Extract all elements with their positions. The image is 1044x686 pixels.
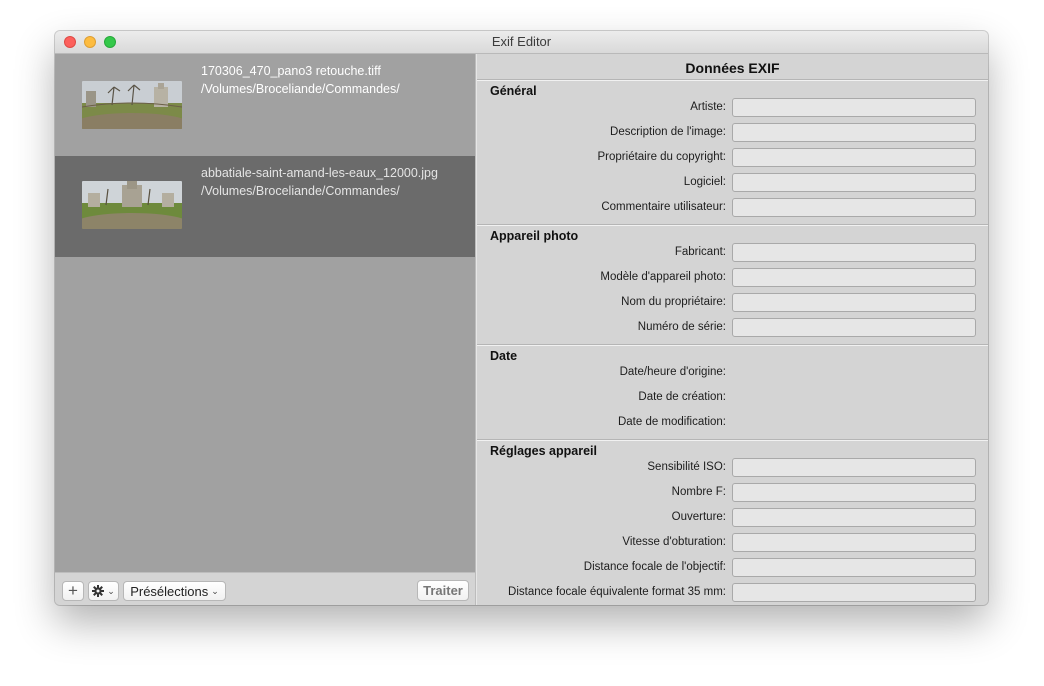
date-created-label: Date de création: bbox=[638, 391, 726, 403]
f-number-field[interactable] bbox=[732, 483, 976, 502]
serial-number-field[interactable] bbox=[732, 318, 976, 337]
field-label: Nombre F: bbox=[671, 486, 726, 498]
exif-panel: Données EXIF Général Artiste: Descriptio… bbox=[477, 54, 988, 605]
owner-name-field[interactable] bbox=[732, 293, 976, 312]
exif-panel-title: Données EXIF bbox=[685, 60, 780, 76]
field-label: Vitesse d'obturation: bbox=[622, 536, 726, 548]
field-label: Commentaire utilisateur: bbox=[601, 201, 726, 213]
iso-field[interactable] bbox=[732, 458, 976, 477]
field-label: Nom du propriétaire: bbox=[621, 296, 726, 308]
file-name: 170306_470_pano3 retouche.tiff bbox=[201, 64, 381, 78]
presets-popup-button[interactable]: Présélections ⌄ bbox=[123, 581, 226, 601]
zoom-window-button[interactable] bbox=[104, 36, 116, 48]
field-label: Artiste: bbox=[690, 101, 726, 113]
action-menu-button[interactable]: ⌄ bbox=[88, 581, 119, 601]
focal-length-field[interactable] bbox=[732, 558, 976, 577]
aperture-field[interactable] bbox=[732, 508, 976, 527]
field-label: Description de l'image: bbox=[610, 126, 726, 138]
section-divider bbox=[477, 224, 988, 226]
chevron-down-icon: ⌄ bbox=[107, 585, 115, 596]
plus-icon: + bbox=[68, 581, 78, 600]
manufacturer-field[interactable] bbox=[732, 243, 976, 262]
field-label: Logiciel: bbox=[683, 176, 726, 188]
section-divider bbox=[477, 439, 988, 441]
section-divider bbox=[477, 79, 988, 81]
minimize-window-button[interactable] bbox=[84, 36, 96, 48]
shutter-speed-field[interactable] bbox=[732, 533, 976, 552]
window-title: Exif Editor bbox=[491, 34, 552, 49]
field-label: Ouverture: bbox=[671, 511, 726, 523]
file-list-item-selected[interactable]: abbatiale-saint-amand-les-eaux_12000.jpg… bbox=[55, 156, 475, 257]
file-list-item[interactable]: 170306_470_pano3 retouche.tiff /Volumes/… bbox=[55, 54, 475, 155]
presets-label: Présélections bbox=[130, 583, 209, 599]
file-path: /Volumes/Broceliande/Commandes/ bbox=[201, 82, 400, 96]
section-title-camera-settings: Réglages appareil bbox=[490, 444, 597, 458]
focal-length-35mm-field[interactable] bbox=[732, 583, 976, 602]
app-window: Exif Editor 170306_470_pano3 retouche.ti… bbox=[55, 31, 988, 605]
field-label: Propriétaire du copyright: bbox=[597, 151, 726, 163]
section-divider bbox=[477, 344, 988, 346]
copyright-owner-field[interactable] bbox=[732, 148, 976, 167]
title-bar[interactable]: Exif Editor bbox=[55, 31, 988, 54]
artist-field[interactable] bbox=[732, 98, 976, 117]
field-label: Distance focale équivalente format 35 mm… bbox=[508, 586, 726, 598]
image-thumbnail bbox=[82, 81, 182, 129]
software-field[interactable] bbox=[732, 173, 976, 192]
file-list[interactable]: 170306_470_pano3 retouche.tiff /Volumes/… bbox=[55, 54, 475, 572]
field-label: Modèle d'appareil photo: bbox=[600, 271, 726, 283]
field-label: Fabricant: bbox=[674, 246, 726, 258]
gear-icon bbox=[92, 585, 105, 597]
file-name: abbatiale-saint-amand-les-eaux_12000.jpg bbox=[201, 166, 438, 180]
user-comment-field[interactable] bbox=[732, 198, 976, 217]
section-title-camera: Appareil photo bbox=[490, 229, 579, 243]
field-label: Sensibilité ISO: bbox=[647, 461, 726, 473]
section-title-date: Date bbox=[490, 349, 518, 363]
add-file-button[interactable]: + bbox=[62, 581, 84, 601]
image-thumbnail bbox=[82, 181, 182, 229]
date-modified-label: Date de modification: bbox=[617, 416, 726, 428]
date-original-label: Date/heure d'origine: bbox=[619, 366, 726, 378]
file-path: /Volumes/Broceliande/Commandes/ bbox=[201, 184, 400, 198]
close-window-button[interactable] bbox=[64, 36, 76, 48]
chevron-down-icon: ⌄ bbox=[211, 585, 219, 596]
field-label: Distance focale de l'objectif: bbox=[583, 561, 726, 573]
process-button[interactable]: Traiter bbox=[417, 580, 469, 601]
image-description-field[interactable] bbox=[732, 123, 976, 142]
field-label: Numéro de série: bbox=[637, 321, 726, 333]
section-title-general: Général bbox=[490, 84, 537, 98]
bottom-toolbar: + ⌄ Présélections ⌄ Traiter bbox=[55, 572, 475, 605]
camera-model-field[interactable] bbox=[732, 268, 976, 287]
